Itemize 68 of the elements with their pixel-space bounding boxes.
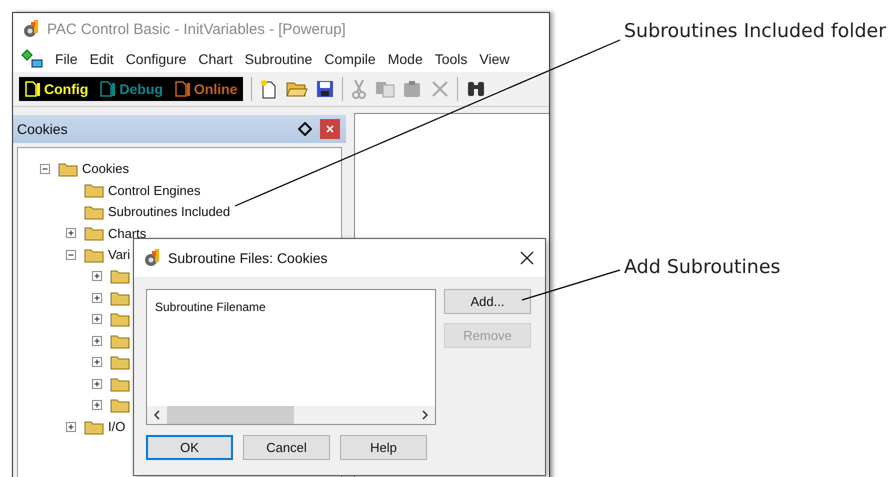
app-icon: [21, 48, 43, 68]
collapse-icon[interactable]: [40, 164, 50, 174]
gear-pencil-icon: [21, 19, 41, 39]
expand-icon[interactable]: [92, 336, 102, 346]
document-icon: [174, 80, 191, 98]
panel-title: Cookies: [17, 121, 69, 137]
document-icon: [25, 80, 41, 98]
menu-item[interactable]: Subroutine: [244, 50, 312, 66]
new-file-icon[interactable]: [260, 79, 278, 99]
dialog-button[interactable]: Cancel: [243, 435, 330, 460]
folder-icon: [84, 418, 104, 435]
folder-icon: [110, 311, 130, 328]
tree-item[interactable]: Cookies: [82, 161, 129, 176]
menu-item[interactable]: Chart: [198, 50, 233, 66]
folder-icon: [58, 160, 78, 177]
window-title: PAC Control Basic - InitVariables - [Powerup]: [47, 20, 346, 38]
menu-item[interactable]: Configure: [126, 50, 186, 66]
folder-icon: [110, 332, 130, 349]
folder-icon: [84, 225, 104, 242]
binoculars-icon[interactable]: [466, 80, 486, 98]
tree-item[interactable]: I/O: [108, 419, 126, 434]
expand-icon[interactable]: [66, 422, 76, 432]
tree-item[interactable]: Control Engines: [108, 182, 200, 198]
file-list[interactable]: Subroutine Filename: [146, 289, 436, 425]
expand-icon[interactable]: [92, 378, 102, 389]
folder-icon: [84, 204, 104, 220]
tree-item[interactable]: Subroutines Included: [108, 204, 230, 220]
close-icon: [326, 125, 334, 133]
dialog-title: Subroutine Files: Cookies: [168, 250, 329, 266]
dialog-button[interactable]: Add...: [444, 289, 531, 314]
menu-item[interactable]: Edit: [90, 50, 114, 66]
menu-item[interactable]: Compile: [324, 50, 376, 66]
folder-icon: [110, 290, 130, 306]
menu-item[interactable]: File: [55, 50, 78, 66]
tree-item[interactable]: Charts: [108, 226, 146, 241]
folder-icon: [84, 246, 104, 263]
folder-icon: [110, 397, 130, 414]
folder-icon: [110, 376, 130, 392]
scroll-thumb[interactable]: [167, 406, 294, 424]
expand-icon[interactable]: [92, 314, 102, 324]
folder-icon: [110, 354, 130, 370]
pin-diamond-icon[interactable]: [298, 122, 312, 136]
callout-label: Subroutines Included folder: [624, 20, 888, 42]
dialog-button[interactable]: Help: [340, 435, 427, 460]
column-header: Subroutine Filename: [154, 299, 267, 316]
expand-icon[interactable]: [92, 271, 102, 282]
expand-icon[interactable]: [66, 228, 76, 238]
menu-item[interactable]: Tools: [434, 50, 468, 66]
dialog-button[interactable]: OK: [146, 435, 233, 460]
folder-icon: [110, 268, 130, 284]
collapse-icon[interactable]: [66, 250, 76, 260]
callout-label: Add Subroutines: [624, 256, 782, 278]
folder-icon: [84, 182, 104, 198]
mode-button[interactable]: Config: [25, 80, 88, 98]
menu-item[interactable]: Mode: [388, 50, 423, 66]
expand-icon[interactable]: [92, 400, 102, 410]
save-icon[interactable]: [316, 80, 334, 98]
mode-button[interactable]: Online: [174, 80, 238, 98]
menu-item[interactable]: View: [479, 50, 510, 66]
mode-button[interactable]: Debug: [100, 80, 163, 98]
expand-icon[interactable]: [92, 357, 102, 368]
tree-item[interactable]: Vari: [108, 247, 130, 262]
close-icon: [520, 251, 534, 265]
document-icon: [100, 80, 116, 98]
gear-pencil-icon: [142, 248, 162, 268]
open-folder-icon[interactable]: [286, 80, 308, 98]
scrollbar[interactable]: [147, 406, 435, 424]
expand-icon[interactable]: [92, 292, 102, 303]
